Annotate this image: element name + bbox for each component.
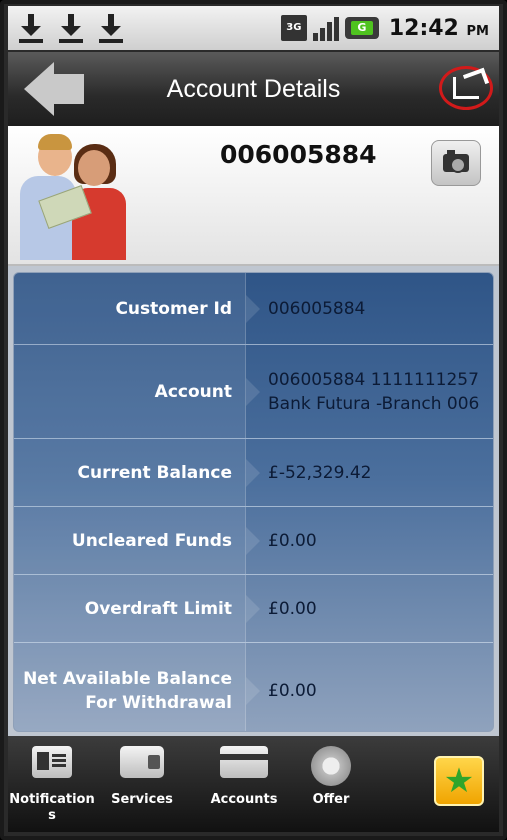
detail-value: 006005884 [268, 298, 366, 319]
page-title: Account Details [166, 74, 341, 103]
detail-row-account: Account 006005884 1111111257 Bank Futura… [14, 345, 493, 439]
id-card-icon [32, 746, 72, 778]
camera-icon [443, 150, 469, 173]
star-icon: ★ [443, 761, 475, 801]
status-clock: 12:42 PM [388, 15, 489, 41]
detail-row-net-available: Net Available Balance For Withdrawal £0.… [14, 643, 493, 731]
title-bar: Account Details [8, 52, 499, 126]
detail-label: Net Available Balance For Withdrawal [23, 669, 232, 713]
bottom-tab-bar: Notifications Services Accounts Offer ★ [8, 736, 499, 832]
tab-notifications[interactable]: Notifications [8, 736, 96, 832]
favorite-star-button[interactable]: ★ [434, 756, 484, 806]
camera-button[interactable] [431, 140, 481, 186]
detail-value: £-52,329.42 [268, 462, 372, 483]
customer-photo [12, 132, 130, 260]
network-type-icon: 3G [280, 15, 307, 41]
detail-value: £0.00 [268, 681, 317, 701]
download-icon [18, 12, 44, 44]
battery-icon: G [344, 17, 379, 39]
tab-offer[interactable]: Offer [296, 736, 366, 832]
detail-label: Overdraft Limit [84, 598, 232, 619]
tab-label: Accounts [210, 792, 278, 807]
download-notifications [18, 12, 124, 44]
status-bar: 3G G 12:42 PM [8, 6, 499, 50]
account-number-heading: 006005884 [220, 140, 377, 169]
download-icon [98, 12, 124, 44]
download-icon [58, 12, 84, 44]
detail-row-current-balance: Current Balance £-52,329.42 [14, 439, 493, 507]
details-container: Customer Id 006005884 Account 006005884 … [8, 266, 499, 736]
detail-row-uncleared-funds: Uncleared Funds £0.00 [14, 507, 493, 575]
tab-label: Notifications [9, 792, 95, 823]
detail-label: Account [154, 381, 232, 402]
tab-label: Services [111, 792, 173, 807]
wallet-icon [120, 746, 164, 778]
share-icon [453, 77, 479, 99]
detail-value: £0.00 [268, 598, 317, 619]
credit-card-icon [220, 746, 268, 778]
detail-label: Current Balance [77, 462, 232, 483]
detail-label: Customer Id [115, 298, 232, 319]
share-button[interactable] [439, 66, 493, 110]
profile-header: 006005884 [8, 126, 499, 266]
tab-label: Offer [312, 792, 350, 807]
tab-accounts[interactable]: Accounts [200, 736, 288, 832]
detail-label: Uncleared Funds [71, 530, 232, 551]
gear-icon [311, 746, 351, 786]
detail-value: 006005884 1111111257 Bank Futura -Branch… [268, 369, 480, 414]
signal-strength-icon [312, 15, 339, 41]
detail-row-overdraft-limit: Overdraft Limit £0.00 [14, 575, 493, 643]
back-arrow-icon[interactable] [24, 62, 86, 116]
detail-value: £0.00 [268, 530, 317, 551]
tab-services[interactable]: Services [98, 736, 186, 832]
account-details-table[interactable]: Customer Id 006005884 Account 006005884 … [13, 272, 494, 732]
detail-row-customer-id: Customer Id 006005884 [14, 273, 493, 345]
